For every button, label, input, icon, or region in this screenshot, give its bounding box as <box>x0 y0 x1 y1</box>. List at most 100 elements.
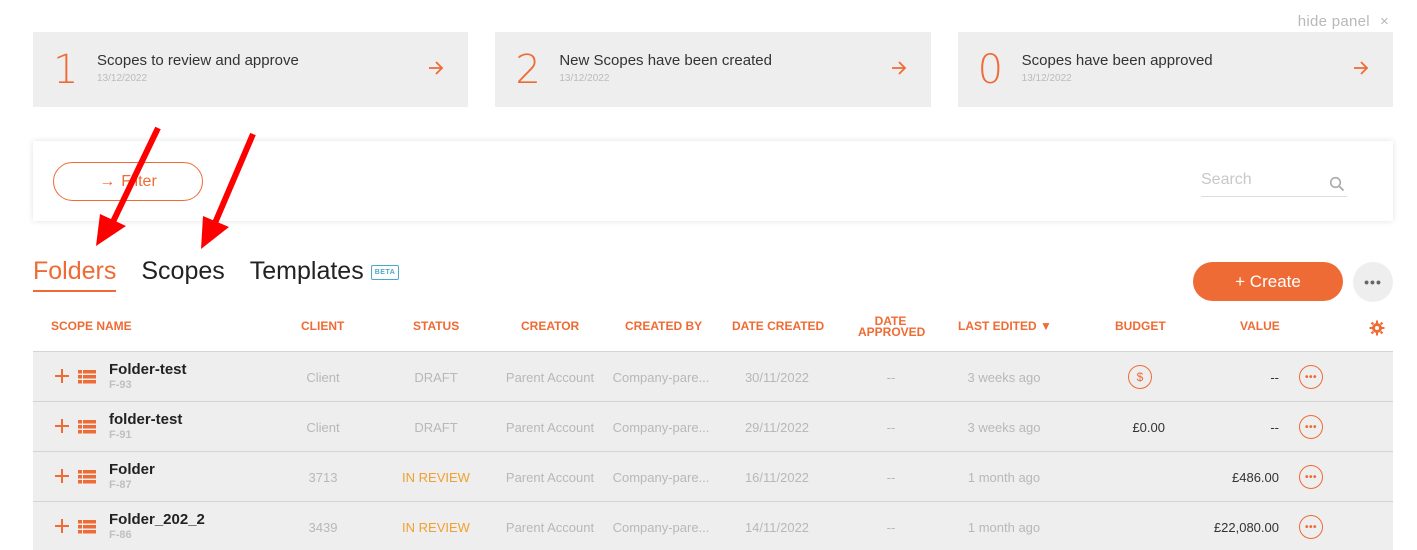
header-date-created[interactable]: DATE CREATED <box>732 320 824 332</box>
summary-card-created[interactable]: 2 New Scopes have been created 13/12/202… <box>495 32 931 107</box>
creator-cell: Parent Account <box>505 369 595 385</box>
card-date: 13/12/2022 <box>97 73 148 84</box>
last-edited-cell: 3 weeks ago <box>967 369 1041 385</box>
scope-name-cell[interactable]: Folder F-87 <box>109 461 155 491</box>
scope-name[interactable]: Folder-test <box>109 361 187 378</box>
folders-table: SCOPE NAME CLIENT STATUS CREATOR CREATED… <box>33 310 1393 550</box>
header-scope-name[interactable]: SCOPE NAME <box>51 320 132 332</box>
dollar-icon[interactable]: $ <box>1128 365 1152 389</box>
scope-code: F-86 <box>109 529 132 541</box>
arrow-right-icon[interactable] <box>426 58 446 78</box>
table-header: SCOPE NAME CLIENT STATUS CREATOR CREATED… <box>33 310 1393 351</box>
filter-button[interactable]: → Filter <box>53 162 203 201</box>
last-edited-cell: 3 weeks ago <box>967 419 1041 435</box>
filter-panel: → Filter <box>33 141 1393 221</box>
client-cell: Client <box>306 419 340 435</box>
scope-name-cell[interactable]: Folder-test F-93 <box>109 361 187 391</box>
arrow-right-icon: → <box>99 172 116 190</box>
card-title: Scopes have been approved <box>1021 52 1213 69</box>
scope-code: F-87 <box>109 479 132 491</box>
date-approved-cell: -- <box>886 419 896 435</box>
plus-icon[interactable] <box>54 418 70 434</box>
last-edited-cell: 1 month ago <box>967 519 1041 535</box>
date-created-cell: 16/11/2022 <box>744 469 810 485</box>
header-created-by[interactable]: CREATED BY <box>625 320 702 332</box>
tab-scopes[interactable]: Scopes <box>141 256 224 290</box>
scope-name-cell[interactable]: Folder_202_2 F-86 <box>109 511 205 541</box>
summary-card-review[interactable]: 1 Scopes to review and approve 13/12/202… <box>33 32 469 107</box>
row-more-icon[interactable]: ••• <box>1299 415 1323 439</box>
date-approved-cell: -- <box>886 369 896 385</box>
gear-icon[interactable] <box>1369 320 1385 336</box>
client-cell: Client <box>306 369 340 385</box>
card-count: 1 <box>53 47 79 93</box>
hide-panel-toggle[interactable]: hide panel × <box>1298 13 1389 30</box>
scope-code: F-91 <box>109 429 132 441</box>
table-row[interactable]: folder-test F-91 Client DRAFT Parent Acc… <box>33 401 1393 451</box>
header-date-approved-line2: APPROVED <box>858 325 926 339</box>
header-value[interactable]: VALUE <box>1240 320 1280 332</box>
creator-cell: Parent Account <box>505 469 595 485</box>
header-date-approved[interactable]: DATE APPROVED <box>858 315 926 339</box>
card-date: 13/12/2022 <box>1021 73 1072 84</box>
summary-card-approved[interactable]: 0 Scopes have been approved 13/12/2022 <box>957 32 1393 107</box>
table-row[interactable]: Folder-test F-93 Client DRAFT Parent Acc… <box>33 351 1393 401</box>
header-status[interactable]: STATUS <box>413 320 459 332</box>
folder-list-icon <box>78 470 96 484</box>
tab-templates-wrap: Templates BETA <box>250 256 400 290</box>
date-created-cell: 30/11/2022 <box>744 369 810 385</box>
scope-name[interactable]: folder-test <box>109 411 182 428</box>
search-input[interactable] <box>1201 171 1321 189</box>
budget-text: £0.00 <box>1132 419 1165 435</box>
arrow-right-icon[interactable] <box>1351 58 1371 78</box>
plus-icon[interactable] <box>54 468 70 484</box>
plus-icon[interactable] <box>54 518 70 534</box>
created-by-cell: Company-pare... <box>612 519 710 535</box>
create-button[interactable]: + Create <box>1193 262 1343 301</box>
creator-cell: Parent Account <box>505 519 595 535</box>
row-more-icon[interactable]: ••• <box>1299 515 1323 539</box>
tab-folders[interactable]: Folders <box>33 256 117 292</box>
close-icon[interactable]: × <box>1380 13 1389 30</box>
client-cell: 3713 <box>308 469 338 485</box>
header-creator[interactable]: CREATOR <box>521 320 579 332</box>
scope-name[interactable]: Folder <box>109 461 155 478</box>
header-last-edited[interactable]: LAST EDITED ▼ <box>958 320 1052 332</box>
client-cell: 3439 <box>308 519 338 535</box>
folder-list-icon <box>78 420 96 434</box>
table-row[interactable]: Folder_202_2 F-86 3439 IN REVIEW Parent … <box>33 501 1393 550</box>
row-more-icon[interactable]: ••• <box>1299 365 1323 389</box>
card-count: 2 <box>515 47 541 93</box>
scope-code: F-93 <box>109 379 132 391</box>
header-budget[interactable]: BUDGET <box>1115 320 1166 332</box>
more-options-icon[interactable]: ••• <box>1353 262 1393 302</box>
value-text: £22,080.00 <box>1213 519 1279 535</box>
row-actions: ••• <box>1297 352 1325 402</box>
status-cell: IN REVIEW <box>402 469 470 485</box>
table-row[interactable]: Folder F-87 3713 IN REVIEW Parent Accoun… <box>33 451 1393 501</box>
header-client[interactable]: CLIENT <box>301 320 344 332</box>
budget-cell <box>1093 452 1165 502</box>
status-cell: IN REVIEW <box>402 519 470 535</box>
value-text: £486.00 <box>1232 469 1279 485</box>
arrow-right-icon[interactable] <box>889 58 909 78</box>
search-icon[interactable] <box>1329 176 1345 192</box>
hide-panel-label[interactable]: hide panel <box>1298 13 1370 30</box>
created-by-cell: Company-pare... <box>612 419 710 435</box>
value-cell: -- <box>1183 352 1279 402</box>
tab-templates[interactable]: Templates <box>250 256 364 290</box>
row-actions: ••• <box>1297 502 1325 550</box>
status-cell: DRAFT <box>414 419 458 435</box>
view-tabs: Folders Scopes Templates BETA <box>33 256 400 292</box>
created-by-cell: Company-pare... <box>612 469 710 485</box>
scope-name-cell[interactable]: folder-test F-91 <box>109 411 182 441</box>
scope-name[interactable]: Folder_202_2 <box>109 511 205 528</box>
date-approved-cell: -- <box>886 519 896 535</box>
row-more-icon[interactable]: ••• <box>1299 465 1323 489</box>
plus-icon[interactable] <box>54 368 70 384</box>
beta-badge: BETA <box>370 264 400 280</box>
folder-list-icon <box>78 370 96 384</box>
search-field[interactable] <box>1201 171 1347 197</box>
created-by-cell: Company-pare... <box>612 369 710 385</box>
row-actions: ••• <box>1297 402 1325 452</box>
